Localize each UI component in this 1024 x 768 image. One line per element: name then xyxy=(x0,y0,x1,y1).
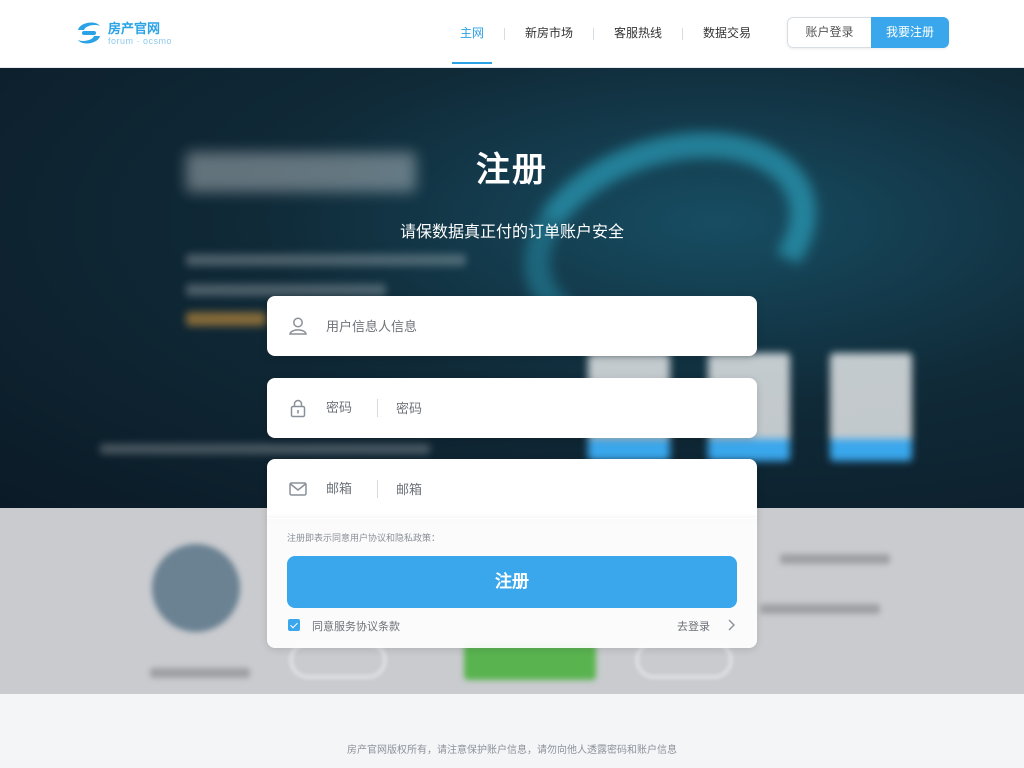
nav-item-service-hotline[interactable]: 客服热线 xyxy=(594,0,682,68)
password-field: 密码 xyxy=(267,378,757,438)
login-button[interactable]: 账户登录 xyxy=(787,17,871,48)
hero-blurred-text xyxy=(100,444,430,454)
agree-checkbox-label[interactable]: 同意服务协议条款 xyxy=(312,618,400,634)
nav-item-home[interactable]: 主网 xyxy=(440,0,504,68)
site-header: 房产官网 forum · ocsmo 主网 新房市场 客服热线 数据交易 账户登… xyxy=(0,0,1024,68)
submit-register-button[interactable]: 注册 xyxy=(287,556,737,608)
password-label: 密码 xyxy=(326,400,353,415)
lower-blurred-button xyxy=(464,644,596,680)
header-account-buttons: 账户登录 我要注册 xyxy=(787,17,949,48)
brand-tagline: forum · ocsmo xyxy=(108,36,173,46)
brand-logo[interactable]: 房产官网 forum · ocsmo xyxy=(74,18,194,52)
brand-name: 房产官网 xyxy=(108,21,161,36)
chevron-right-icon[interactable] xyxy=(725,618,737,632)
nav-item-new-homes[interactable]: 新房市场 xyxy=(505,0,593,68)
user-icon xyxy=(289,317,307,335)
email-input[interactable] xyxy=(396,459,736,519)
field-divider xyxy=(377,480,378,498)
agree-checkbox[interactable] xyxy=(288,619,300,631)
hero-blurred-text xyxy=(186,284,386,296)
hero-blurred-card xyxy=(830,353,912,461)
lower-blurred-text xyxy=(150,668,250,678)
avatar xyxy=(152,544,240,632)
password-input[interactable] xyxy=(396,378,736,438)
hero-blurred-text xyxy=(186,254,466,266)
main-nav: 主网 新房市场 客服热线 数据交易 xyxy=(440,0,771,68)
register-button[interactable]: 我要注册 xyxy=(871,17,949,48)
email-field: 邮箱 xyxy=(267,459,757,519)
page-title: 注册 xyxy=(476,151,548,189)
go-login-link[interactable]: 去登录 xyxy=(677,618,710,634)
username-field xyxy=(267,296,757,356)
hero-blurred-accent xyxy=(186,312,266,326)
form-actions: 注册即表示同意用户协议和隐私政策： 注册 同意服务协议条款 去登录 xyxy=(267,518,757,648)
mail-icon xyxy=(289,482,307,496)
nav-item-data-trading[interactable]: 数据交易 xyxy=(683,0,771,68)
lock-icon xyxy=(290,399,306,418)
page-subtitle: 请保数据真正付的订单账户安全 xyxy=(399,224,624,241)
email-label: 邮箱 xyxy=(326,481,353,496)
site-footer: 房产官网版权所有，请注意保护账户信息，请勿向他人透露密码和账户信息 xyxy=(0,694,1024,768)
lower-blurred-text xyxy=(760,604,880,614)
username-input[interactable] xyxy=(326,296,746,356)
footer-copyright: 房产官网版权所有，请注意保护账户信息，请勿向他人透露密码和账户信息 xyxy=(347,745,677,756)
agreement-hint: 注册即表示同意用户协议和隐私政策： xyxy=(287,533,441,543)
lower-blurred-text xyxy=(780,554,890,564)
field-divider xyxy=(377,399,378,417)
hero-background xyxy=(0,68,1024,508)
brand-logo-icon xyxy=(78,22,100,44)
